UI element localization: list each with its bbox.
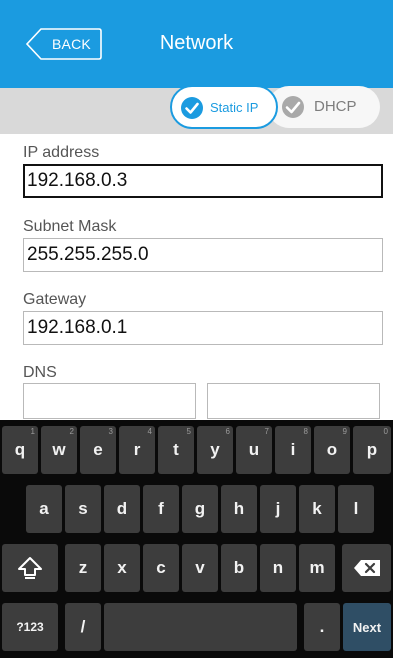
key-m[interactable]: m xyxy=(299,544,335,592)
gateway-label: Gateway xyxy=(23,291,87,308)
key-e-hint: 3 xyxy=(108,427,113,436)
key-j[interactable]: j xyxy=(260,485,296,533)
key-d[interactable]: d xyxy=(104,485,140,533)
key-e-label: e xyxy=(93,440,103,459)
backspace-icon xyxy=(353,560,380,576)
dns-secondary-field[interactable] xyxy=(207,383,380,419)
page-title: Network xyxy=(159,32,234,54)
key-w[interactable]: w2 xyxy=(41,426,77,474)
key-y-label: y xyxy=(210,440,220,459)
key-t[interactable]: t5 xyxy=(158,426,194,474)
key-q-hint: 1 xyxy=(30,427,35,436)
key-l[interactable]: l xyxy=(338,485,374,533)
key-i-label: i xyxy=(290,440,296,459)
ip-address-label: IP address xyxy=(23,144,100,161)
key-o-hint: 9 xyxy=(342,427,347,436)
dns-label: DNS xyxy=(23,364,57,381)
key-r[interactable]: r4 xyxy=(119,426,155,474)
key-y-hint: 6 xyxy=(225,427,230,436)
key-g[interactable]: g xyxy=(182,485,218,533)
app-header: BACK Network xyxy=(0,0,393,88)
key-q[interactable]: q1 xyxy=(2,426,38,474)
key-x[interactable]: x xyxy=(104,544,140,592)
symbols-key[interactable]: ?123 xyxy=(2,603,58,651)
key-s[interactable]: s xyxy=(65,485,101,533)
ip-address-field[interactable]: 192.168.0.3 xyxy=(23,164,383,198)
key-v[interactable]: v xyxy=(182,544,218,592)
static-ip-option[interactable]: Static IP xyxy=(170,85,278,129)
key-b[interactable]: b xyxy=(221,544,257,592)
key-h[interactable]: h xyxy=(221,485,257,533)
check-circle-icon xyxy=(181,97,203,119)
key-o[interactable]: o9 xyxy=(314,426,350,474)
key-u-hint: 7 xyxy=(264,427,269,436)
period-key[interactable]: . xyxy=(304,603,340,651)
next-key[interactable]: Next xyxy=(343,603,391,651)
key-e[interactable]: e3 xyxy=(80,426,116,474)
key-p[interactable]: p0 xyxy=(353,426,391,474)
subnet-mask-label: Subnet Mask xyxy=(23,218,117,235)
dhcp-option[interactable]: DHCP xyxy=(268,86,380,128)
dns-primary-field[interactable] xyxy=(23,383,196,419)
key-q-label: q xyxy=(14,440,26,459)
slash-key[interactable]: / xyxy=(65,603,101,651)
key-o-label: o xyxy=(326,440,338,459)
subnet-mask-field[interactable]: 255.255.255.0 xyxy=(23,238,383,272)
key-r-label: r xyxy=(133,440,141,459)
key-u[interactable]: u7 xyxy=(236,426,272,474)
ip-mode-toggle: DHCP Static IP xyxy=(170,84,385,130)
soft-keyboard: q1 w2 e3 r4 t5 y6 u7 i8 o9 p0 a s d f g … xyxy=(0,420,393,658)
space-key[interactable] xyxy=(104,603,297,651)
key-t-hint: 5 xyxy=(186,427,191,436)
static-ip-label: Static IP xyxy=(210,100,259,115)
key-k[interactable]: k xyxy=(299,485,335,533)
key-p-label: p xyxy=(366,440,378,459)
key-w-hint: 2 xyxy=(69,427,74,436)
backspace-key[interactable] xyxy=(342,544,391,592)
check-circle-icon xyxy=(282,96,304,118)
key-i-hint: 8 xyxy=(303,427,308,436)
gateway-field[interactable]: 192.168.0.1 xyxy=(23,311,383,345)
key-i[interactable]: i8 xyxy=(275,426,311,474)
key-n[interactable]: n xyxy=(260,544,296,592)
key-r-hint: 4 xyxy=(147,427,152,436)
key-c[interactable]: c xyxy=(143,544,179,592)
key-w-label: w xyxy=(52,440,66,459)
dhcp-label: DHCP xyxy=(314,98,357,115)
key-f[interactable]: f xyxy=(143,485,179,533)
shift-key[interactable] xyxy=(2,544,58,592)
key-u-label: u xyxy=(248,440,260,459)
shift-icon xyxy=(18,557,42,579)
key-a[interactable]: a xyxy=(26,485,62,533)
key-y[interactable]: y6 xyxy=(197,426,233,474)
key-t-label: t xyxy=(173,440,179,459)
key-z[interactable]: z xyxy=(65,544,101,592)
key-p-hint: 0 xyxy=(383,427,388,436)
